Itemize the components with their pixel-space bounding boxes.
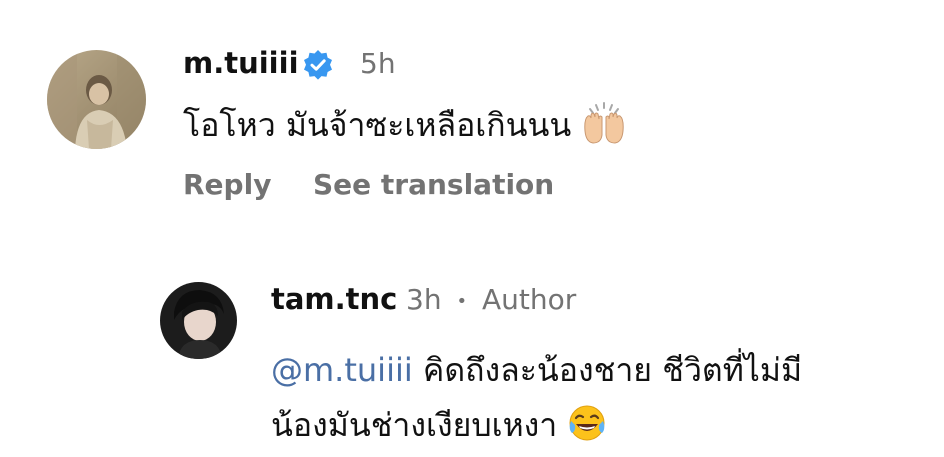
username[interactable]: m.tuiiii [183,46,299,80]
face-with-tears-of-joy-icon [567,403,607,451]
comment-text-line: โอโหว มันจ้าซะเหลือเกินนน [183,100,627,153]
reply-time: 3h [406,283,442,316]
avatar-image [160,282,237,359]
separator-dot: • [456,290,468,312]
raising-hands-icon [581,101,627,153]
reply-username[interactable]: tam.tnc [271,282,397,316]
reply-text-line-2: น้องมันช่างเงียบเหงา [271,400,607,451]
see-translation-button[interactable]: See translation [313,168,554,201]
author-badge: Author [482,283,577,316]
comment-text: โอโหว มันจ้าซะเหลือเกินนน [183,106,572,144]
comment-time: 5h [360,47,396,80]
reply-text-1: คิดถึงละน้องชาย ชีวิตที่ไม่มี [422,351,803,389]
avatar-tam-tnc[interactable] [160,282,237,359]
reply-text-line-1: @m.tuiiii คิดถึงละน้องชาย ชีวิตที่ไม่มี [271,345,802,396]
mention-link[interactable]: @m.tuiiii [271,351,413,389]
reply-text-2: น้องมันช่างเงียบเหงา [271,406,558,444]
avatar-image [47,50,146,149]
reply-meta: 3h • Author [406,283,576,316]
avatar-m-tuiiii[interactable] [47,50,146,149]
reply-button[interactable]: Reply [183,168,271,201]
verified-badge-icon [302,49,334,81]
